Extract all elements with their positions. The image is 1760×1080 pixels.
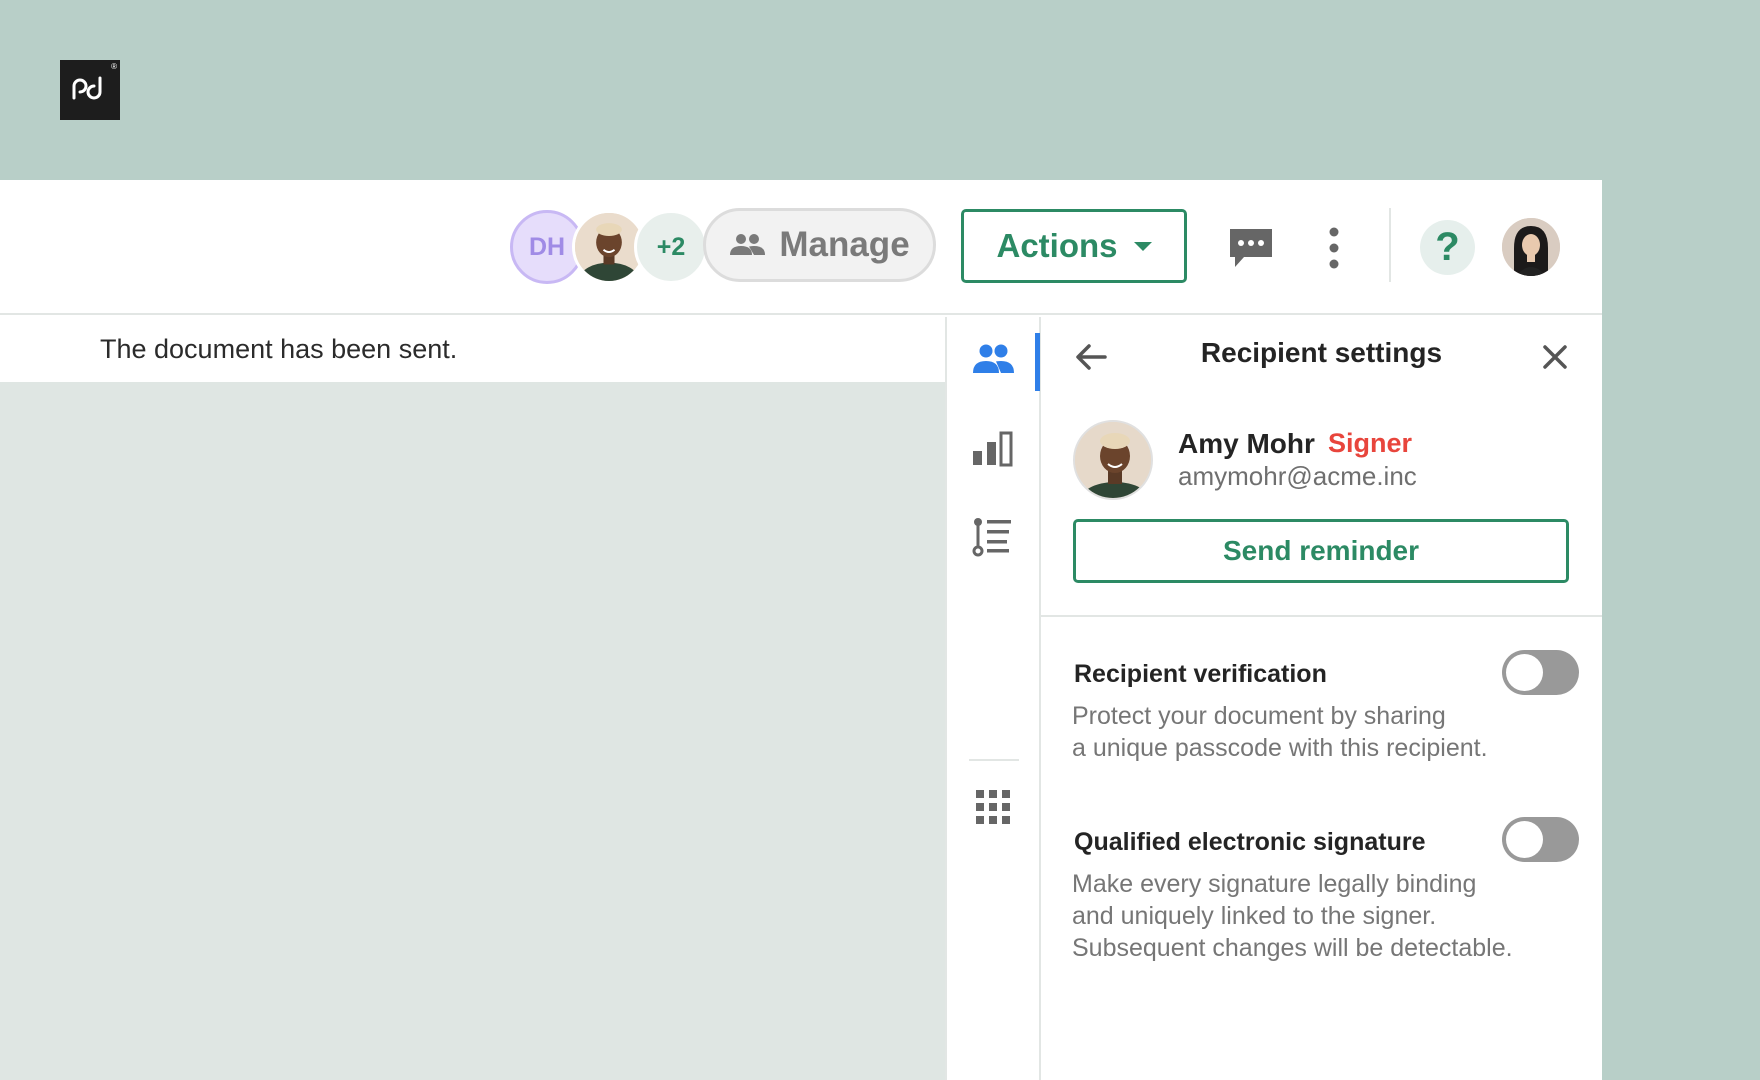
toggle-knob (1506, 821, 1543, 858)
panel-header: Recipient settings (1041, 317, 1602, 397)
user-avatar[interactable] (1502, 218, 1560, 276)
fields-list-icon (972, 518, 1011, 557)
user-photo-icon (1502, 218, 1560, 276)
description-line: Protect your document by sharing (1072, 702, 1446, 730)
recipient-verification-toggle[interactable] (1502, 650, 1579, 695)
send-reminder-button[interactable]: Send reminder (1073, 519, 1569, 583)
document-canvas[interactable] (0, 382, 945, 1080)
recipient-settings-panel: Recipient settings Amy Mohr Signer amymo… (1041, 317, 1602, 1080)
rail-item-fields[interactable] (969, 513, 1017, 561)
panel-divider (1041, 615, 1602, 617)
person-photo-icon (1075, 422, 1151, 498)
close-icon[interactable] (1535, 337, 1575, 377)
recipient-avatar (1073, 420, 1153, 500)
recipient-name: Amy Mohr (1178, 428, 1315, 459)
apps-grid-icon (976, 790, 1010, 824)
actions-label: Actions (996, 227, 1118, 264)
rail-divider (969, 759, 1019, 761)
recipients-icon (973, 344, 1014, 373)
pandadoc-logo[interactable]: ® (60, 60, 120, 120)
chat-icon[interactable] (1226, 223, 1276, 273)
description-line: and uniquely linked to the signer. (1072, 902, 1437, 930)
sidebar-rail (945, 317, 1041, 1080)
actions-dropdown-button[interactable]: Actions (961, 209, 1187, 283)
qualified-signature-label: Qualified electronic signature (1074, 828, 1426, 856)
person-photo-icon (575, 213, 643, 281)
status-text: The document has been sent. (100, 334, 458, 364)
rail-active-indicator (1035, 333, 1040, 391)
description-line: Subsequent changes will be detectable. (1072, 934, 1513, 962)
more-collaborators-count[interactable]: +2 (634, 210, 708, 284)
people-icon (730, 234, 766, 255)
toggle-knob (1506, 654, 1543, 691)
recipient-role-badge: Signer (1328, 428, 1413, 458)
recipient-verification-label: Recipient verification (1074, 660, 1327, 688)
toolbar-divider (1389, 208, 1391, 282)
qualified-signature-description: Make every signature legally binding and… (1072, 868, 1572, 964)
more-vertical-icon[interactable] (1320, 224, 1348, 272)
rail-item-recipients[interactable] (969, 335, 1017, 383)
analytics-icon (973, 431, 1013, 467)
manage-label: Manage (779, 225, 910, 264)
description-line: a unique passcode with this recipient. (1072, 734, 1488, 762)
status-message: The document has been sent. (0, 317, 945, 382)
description-line: Make every signature legally binding (1072, 870, 1477, 898)
qualified-signature-toggle[interactable] (1502, 817, 1579, 862)
rail-item-apps[interactable] (969, 783, 1017, 831)
help-icon[interactable]: ? (1420, 220, 1475, 275)
app-window: DH +2 Manage Actions ? The document has … (0, 180, 1602, 1080)
recipient-verification-description: Protect your document by sharing a uniqu… (1072, 700, 1572, 764)
manage-button[interactable]: Manage (703, 208, 936, 282)
rail-item-analytics[interactable] (969, 425, 1017, 473)
caret-down-icon (1133, 241, 1152, 251)
panel-title: Recipient settings (1200, 337, 1443, 368)
recipient-email: amymohr@acme.inc (1178, 461, 1417, 491)
logo-mark-icon (72, 76, 102, 100)
top-bar: DH +2 Manage Actions ? (0, 180, 1602, 315)
registered-mark: ® (111, 62, 117, 71)
